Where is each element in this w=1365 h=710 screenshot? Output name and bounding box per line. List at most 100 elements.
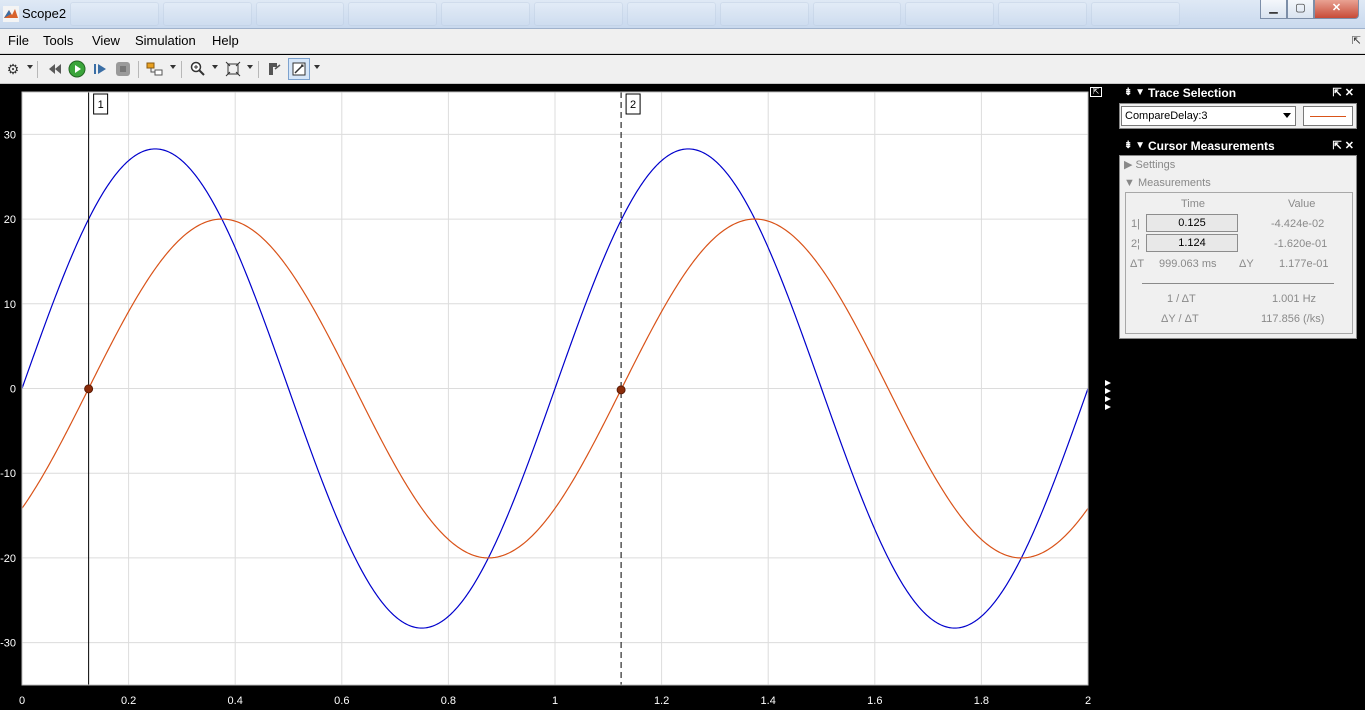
measurement-panels: ⇟ ▼ Trace Selection ⇱ ✕ CompareDelay:3 ⇟… (1118, 85, 1365, 710)
cursor-tag-label-2: 2 (630, 99, 636, 111)
panel-close-icon[interactable]: ⇱ ✕ (1333, 86, 1355, 100)
data-cursors-dropdown-icon[interactable] (314, 65, 320, 69)
scope-plot-area: 0 0.2 0.4 0.6 0.8 1 1.2 1.4 1.6 1.8 2 30 20 10 0 -10 -20… (0, 85, 1118, 710)
panel-close-icon[interactable]: ⇱ ✕ (1333, 139, 1355, 153)
menu-simulation[interactable]: Simulation (135, 33, 196, 48)
cursor-measurements-panel: ▶ Settings ▼ Measurements Time Value 1| … (1119, 155, 1357, 339)
menu-view[interactable]: View (92, 33, 120, 48)
cursor-marker-2[interactable] (616, 385, 626, 395)
legend-expand-arrows-icon[interactable] (1103, 380, 1113, 420)
autoscale-dropdown-icon[interactable] (247, 65, 253, 69)
cursor-measurements-header[interactable]: ⇟ ▼ Cursor Measurements ⇱ ✕ (1120, 139, 1358, 153)
x-tick-label: 1.2 (654, 695, 669, 707)
dy-dt-label: ΔY / ΔT (1161, 313, 1199, 325)
gear-dropdown-icon[interactable] (27, 65, 33, 69)
settings-section-toggle[interactable]: ▶ Settings (1124, 158, 1175, 171)
x-tick-label: 0.8 (441, 695, 456, 707)
close-button[interactable]: ✕ (1314, 0, 1359, 19)
chevron-right-icon: ▶ (1124, 159, 1133, 171)
dy-dt-value: 117.856 (/ks) (1261, 313, 1325, 325)
trace-color-swatch (1303, 106, 1353, 126)
minimize-button[interactable]: ▁ (1260, 0, 1287, 19)
gear-icon[interactable]: ⚙ (3, 59, 23, 79)
cursor-measurements-title: Cursor Measurements (1148, 139, 1275, 153)
cursor2-label: 2¦ (1131, 238, 1140, 250)
y-tick-label: -20 (0, 553, 16, 565)
window-controls: ▁ ▢ ✕ (1260, 0, 1359, 19)
zoom-in-icon[interactable] (188, 59, 208, 79)
window-title-bar: Scope2 ▁ ▢ ✕ (0, 0, 1365, 29)
scope-axes[interactable]: 0 0.2 0.4 0.6 0.8 1 1.2 1.4 1.6 1.8 2 30 20 10 0 -10 -20… (0, 85, 1118, 710)
window-title: Scope2 (22, 6, 67, 21)
maximize-button[interactable]: ▢ (1287, 0, 1314, 19)
measurements-table: Time Value 1| 0.125 -4.424e-02 2¦ 1.124 … (1125, 192, 1353, 334)
toolbar-separator (37, 61, 38, 78)
data-cursors-icon[interactable] (288, 58, 310, 80)
x-tick-label: 1.8 (974, 695, 989, 707)
col-header-time: Time (1181, 198, 1206, 210)
toolbar-separator (181, 61, 182, 78)
y-tick-label: 20 (4, 214, 16, 226)
toolbar-separator (138, 61, 139, 78)
y-tick-label: -10 (0, 468, 16, 480)
run-icon[interactable] (67, 59, 87, 79)
step-back-icon[interactable] (45, 59, 65, 79)
trace-selection-header[interactable]: ⇟ ▼ Trace Selection ⇱ ✕ (1120, 86, 1358, 100)
stop-icon[interactable] (113, 59, 133, 79)
delta-t-label: ΔT (1130, 258, 1145, 270)
x-tick-label: 0.6 (334, 695, 349, 707)
y-tick-label: 30 (4, 129, 16, 141)
matlab-app-icon (3, 6, 19, 22)
undock-plot-icon[interactable]: ⇱ (1090, 87, 1102, 97)
settings-label: Settings (1135, 159, 1176, 171)
inverse-delta-t-label: 1 / ΔT (1167, 293, 1196, 305)
trace-selection-panel: CompareDelay:3 (1119, 103, 1357, 129)
chevron-down-icon (1283, 113, 1291, 118)
menu-help[interactable]: Help (212, 33, 239, 48)
autoscale-icon[interactable] (223, 59, 243, 79)
delta-t-value: 999.063 ms (1159, 258, 1217, 270)
x-tick-label: 2 (1085, 695, 1091, 707)
x-tick-label: 1 (552, 695, 558, 707)
undock-icon[interactable]: ⇱ (1352, 34, 1361, 47)
taskbar-ghost-tabs (70, 2, 1180, 27)
zoom-dropdown-icon[interactable] (212, 65, 218, 69)
step-forward-icon[interactable] (90, 59, 110, 79)
trace-select-dropdown[interactable]: CompareDelay:3 (1121, 106, 1296, 126)
cursor-marker-1[interactable] (84, 384, 94, 394)
menu-bar: File Tools View Simulation Help ⇱ (0, 29, 1365, 54)
cursor1-time-field[interactable]: 0.125 (1146, 214, 1238, 232)
y-tick-label: 0 (10, 384, 16, 396)
measurements-section-toggle[interactable]: ▼ Measurements (1124, 177, 1211, 189)
pin-collapse-icon[interactable]: ⇟ ▼ (1124, 139, 1145, 153)
cursor-tag-label-1: 1 (98, 99, 104, 111)
highlight-dropdown-icon[interactable] (170, 65, 176, 69)
trace-selection-title: Trace Selection (1148, 86, 1237, 100)
toolbar: ⚙ (0, 55, 1365, 84)
col-header-value: Value (1288, 198, 1316, 210)
highlight-block-icon[interactable] (145, 59, 165, 79)
measurements-label: Measurements (1137, 177, 1211, 189)
y-tick-label: 10 (4, 299, 16, 311)
x-tick-label: 1.4 (761, 695, 776, 707)
inverse-delta-t-value: 1.001 Hz (1272, 293, 1317, 305)
cursor1-value: -4.424e-02 (1271, 218, 1325, 230)
x-tick-label: 0.4 (228, 695, 243, 707)
x-tick-label: 0.2 (121, 695, 136, 707)
measurements-divider (1142, 283, 1334, 284)
menu-file[interactable]: File (8, 33, 29, 48)
delta-y-value: 1.177e-01 (1279, 258, 1329, 270)
toolbar-separator (258, 61, 259, 78)
cursor2-value: -1.620e-01 (1274, 238, 1328, 250)
chevron-down-icon: ▼ (1124, 177, 1135, 189)
y-tick-label: -30 (0, 638, 16, 650)
cursor2-time-field[interactable]: 1.124 (1146, 234, 1238, 252)
trace-color-line (1310, 116, 1346, 117)
delta-y-label: ΔY (1239, 258, 1254, 270)
cursor-style-icon[interactable] (264, 59, 284, 79)
trace-select-value: CompareDelay:3 (1125, 110, 1208, 122)
cursor1-label: 1| (1131, 218, 1140, 230)
menu-tools[interactable]: Tools (43, 33, 73, 48)
x-tick-label: 1.6 (867, 695, 882, 707)
pin-collapse-icon[interactable]: ⇟ ▼ (1124, 86, 1145, 100)
